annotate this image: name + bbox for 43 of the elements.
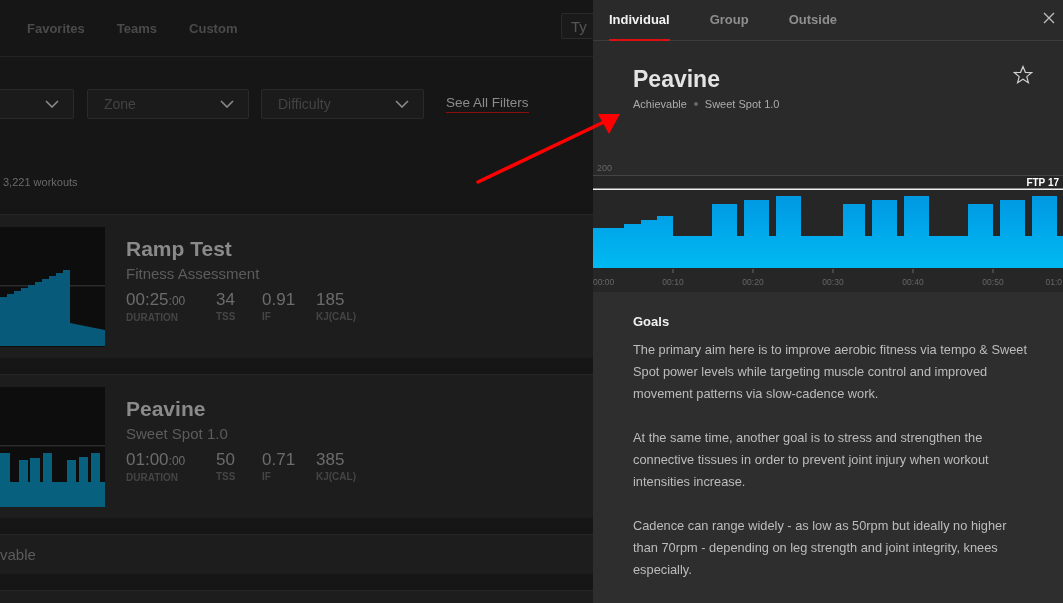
stat-value: 00:25:00 <box>126 289 187 311</box>
result-count: 3,221 workouts <box>2 176 79 190</box>
chevron-down-icon <box>45 100 59 108</box>
tick-mark <box>912 269 914 273</box>
chevron-down-icon <box>395 100 409 108</box>
stat-value: 50 <box>216 449 236 471</box>
description-paragraph: The primary aim here is to improve aerobic fitness via tempo & Sweet Spot power levels while targeting muscle control and improved movement patterns via slow-cadence work. <box>633 341 1029 403</box>
axis-label: 00:40 <box>902 277 924 287</box>
close-icon[interactable] <box>1043 12 1055 24</box>
ftp-label: FTP 17 <box>1026 177 1059 188</box>
workout-title: Ramp Test <box>126 237 233 261</box>
mode-tab[interactable]: Outside <box>788 0 838 41</box>
tick-mark <box>672 269 674 273</box>
description-paragraph: Cadence can range widely - as low as 50rpm but ideally no higher than 70rpm - depending on leg strength and joint integrity, knees especially. <box>633 517 1008 579</box>
search-field[interactable]: Ty <box>561 13 593 39</box>
workout-title: Peavine <box>633 64 720 93</box>
axis-label: 00:50 <box>982 277 1004 287</box>
workout-category: Fitness Assessment <box>126 265 261 283</box>
stat-value: 385 <box>316 449 346 471</box>
description-paragraph: At the same time, another goal is to stress and strengthen the connective tissues in order to prevent joint injury when workout intensities increase. <box>633 429 990 491</box>
chevron-down-icon <box>220 100 234 108</box>
axis-label: 01:0 <box>1045 277 1062 287</box>
stat-value: 185 <box>316 289 346 311</box>
workout-tag: Sweet Spot 1.0 <box>704 97 780 110</box>
mode-tab[interactable]: Individual <box>609 0 670 41</box>
star-icon[interactable] <box>1013 64 1033 85</box>
tick-mark <box>752 269 754 273</box>
axis-label: 00:20 <box>742 277 764 287</box>
workout-title: Peavine <box>126 397 207 421</box>
stat-value: 01:00:00 <box>126 449 187 471</box>
stat-value: 34 <box>216 289 236 311</box>
tick-mark <box>992 269 994 273</box>
separator-dot <box>693 101 698 106</box>
workout-tag: Achievable <box>633 97 687 110</box>
section-heading: Goals <box>633 313 671 331</box>
mode-tab[interactable]: Group <box>709 0 749 41</box>
see-all-filters-link[interactable]: See All Filters <box>446 95 529 113</box>
workout-category: Sweet Spot 1.0 <box>126 425 229 443</box>
tick-mark <box>832 269 834 273</box>
axis-label: 00:10 <box>662 277 684 287</box>
stat-value: 0.71 <box>262 449 297 471</box>
stat-value: 0.91 <box>262 289 297 311</box>
workout-row-text: vable <box>0 546 36 563</box>
